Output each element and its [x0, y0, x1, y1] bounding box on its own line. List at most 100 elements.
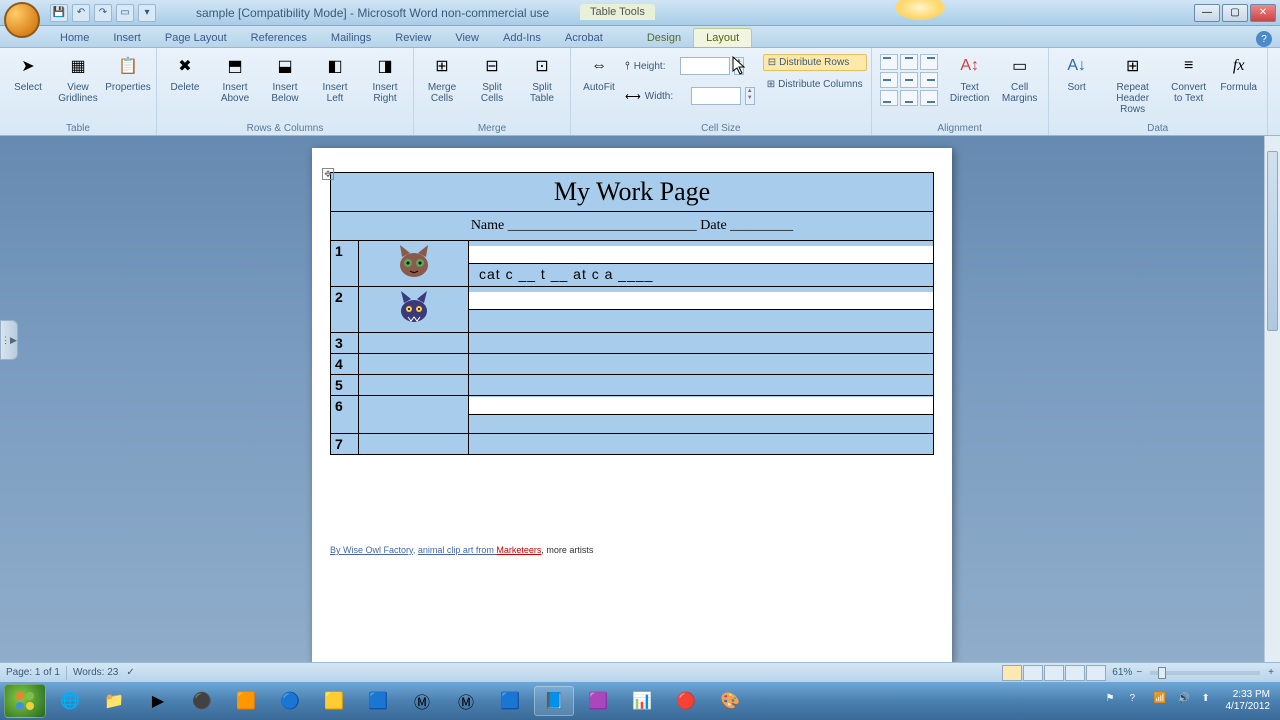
maximize-button[interactable]: ▢: [1222, 4, 1248, 22]
taskbar-app1[interactable]: 🟧: [226, 686, 266, 716]
taskbar-paint[interactable]: 🎨: [710, 686, 750, 716]
view-outline[interactable]: [1065, 665, 1085, 681]
text-direction-button[interactable]: A↕Text Direction: [946, 50, 994, 106]
align-middle-right[interactable]: [920, 72, 938, 88]
row-text[interactable]: cat c __ t __ at c a ____: [469, 241, 934, 287]
align-top-right[interactable]: [920, 54, 938, 70]
row-image-bat[interactable]: [359, 287, 469, 333]
view-print-layout[interactable]: [1002, 665, 1022, 681]
tray-network[interactable]: 📶: [1154, 693, 1170, 709]
insert-above-button[interactable]: ⬒Insert Above: [211, 50, 259, 106]
tab-mailings[interactable]: Mailings: [319, 29, 383, 47]
view-web[interactable]: [1044, 665, 1064, 681]
tray-volume[interactable]: 🔊: [1178, 693, 1194, 709]
delete-button[interactable]: ✖Delete: [161, 50, 209, 95]
align-middle-left[interactable]: [880, 72, 898, 88]
width-spinner[interactable]: ▲▼: [745, 87, 755, 105]
split-cells-button[interactable]: ⊟Split Cells: [468, 50, 516, 106]
row-number[interactable]: 4: [331, 354, 359, 375]
document-area[interactable]: ✥ My Work Page Name ____________________…: [0, 136, 1264, 662]
start-button[interactable]: [4, 684, 46, 718]
status-page[interactable]: Page: 1 of 1: [6, 667, 60, 678]
taskbar-ie[interactable]: 🌐: [50, 686, 90, 716]
taskbar-chrome[interactable]: 🔴: [666, 686, 706, 716]
qat-more[interactable]: ▾: [138, 4, 156, 22]
align-top-left[interactable]: [880, 54, 898, 70]
view-full-screen[interactable]: [1023, 665, 1043, 681]
zoom-level[interactable]: 61%: [1112, 667, 1132, 678]
insert-below-button[interactable]: ⬓Insert Below: [261, 50, 309, 106]
qat-print[interactable]: ▭: [116, 4, 134, 22]
align-middle-center[interactable]: [900, 72, 918, 88]
row-image-cat[interactable]: [359, 241, 469, 287]
split-table-button[interactable]: ⊡Split Table: [518, 50, 566, 106]
taskbar-hp[interactable]: ⚫: [182, 686, 222, 716]
align-bottom-right[interactable]: [920, 90, 938, 106]
office-button[interactable]: [4, 2, 40, 38]
properties-button[interactable]: 📋Properties: [104, 50, 152, 95]
help-button[interactable]: ?: [1256, 31, 1272, 47]
tray-help[interactable]: ?: [1130, 693, 1146, 709]
clock[interactable]: 2:33 PM 4/17/2012: [1226, 689, 1271, 713]
taskbar-pse[interactable]: 🟦: [490, 686, 530, 716]
convert-to-text-button[interactable]: ≡Convert to Text: [1165, 50, 1213, 106]
insert-right-button[interactable]: ◨Insert Right: [361, 50, 409, 106]
taskbar-explorer[interactable]: 📁: [94, 686, 134, 716]
select-button[interactable]: ➤Select: [4, 50, 52, 95]
vertical-scrollbar[interactable]: [1264, 136, 1280, 662]
taskbar-app5[interactable]: Ⓜ: [446, 686, 486, 716]
taskbar-media[interactable]: ▶: [138, 686, 178, 716]
row-number[interactable]: 1: [331, 241, 359, 287]
tab-references[interactable]: References: [239, 29, 319, 47]
distribute-rows-button[interactable]: ⊟Distribute Rows: [763, 54, 867, 71]
row-text[interactable]: [469, 287, 934, 333]
width-input[interactable]: [691, 87, 741, 105]
view-draft[interactable]: [1086, 665, 1106, 681]
qat-redo[interactable]: ↷: [94, 4, 112, 22]
credit-link-1[interactable]: By Wise Owl Factory: [330, 545, 413, 555]
distribute-columns-button[interactable]: ⊞Distribute Columns: [763, 77, 867, 92]
view-gridlines-button[interactable]: ▦View Gridlines: [54, 50, 102, 106]
autofit-button[interactable]: ⇔AutoFit: [575, 50, 623, 95]
tab-review[interactable]: Review: [383, 29, 443, 47]
tray-action-center[interactable]: ⚑: [1106, 693, 1122, 709]
sort-button[interactable]: A↓Sort: [1053, 50, 1101, 95]
worksheet-table[interactable]: My Work Page Name ______________________…: [330, 172, 934, 455]
tab-addins[interactable]: Add-Ins: [491, 29, 553, 47]
qat-undo[interactable]: ↶: [72, 4, 90, 22]
minimize-button[interactable]: —: [1194, 4, 1220, 22]
close-button[interactable]: ✕: [1250, 4, 1276, 22]
zoom-in[interactable]: +: [1268, 667, 1274, 678]
worksheet-title[interactable]: My Work Page: [331, 173, 934, 212]
align-bottom-center[interactable]: [900, 90, 918, 106]
repeat-header-button[interactable]: ⊞Repeat Header Rows: [1103, 50, 1163, 117]
taskbar-pre[interactable]: 🟪: [578, 686, 618, 716]
cell-margins-button[interactable]: ▭Cell Margins: [996, 50, 1044, 106]
tab-layout[interactable]: Layout: [693, 28, 752, 47]
taskbar-app2[interactable]: 🔵: [270, 686, 310, 716]
scrollbar-thumb[interactable]: [1267, 151, 1278, 331]
height-input[interactable]: [680, 57, 730, 75]
row-number[interactable]: 6: [331, 396, 359, 434]
zoom-slider[interactable]: [1150, 671, 1260, 675]
tab-design[interactable]: Design: [635, 29, 693, 47]
taskbar-app6[interactable]: 📊: [622, 686, 662, 716]
spell-check-icon[interactable]: ✓: [126, 667, 134, 678]
align-top-center[interactable]: [900, 54, 918, 70]
tab-home[interactable]: Home: [48, 29, 101, 47]
table-move-handle[interactable]: ✥: [322, 168, 334, 180]
worksheet-meta[interactable]: Name ___________________________ Date __…: [331, 212, 934, 241]
taskbar-app3[interactable]: 🟨: [314, 686, 354, 716]
row-number[interactable]: 2: [331, 287, 359, 333]
merge-cells-button[interactable]: ⊞Merge Cells: [418, 50, 466, 106]
tab-page-layout[interactable]: Page Layout: [153, 29, 239, 47]
tab-insert[interactable]: Insert: [101, 29, 153, 47]
align-bottom-left[interactable]: [880, 90, 898, 106]
row-number[interactable]: 7: [331, 434, 359, 455]
taskbar-mcafee[interactable]: Ⓜ: [402, 686, 442, 716]
taskbar-word[interactable]: 📘: [534, 686, 574, 716]
zoom-thumb[interactable]: [1158, 667, 1166, 679]
insert-left-button[interactable]: ◧Insert Left: [311, 50, 359, 106]
taskbar-app4[interactable]: 🟦: [358, 686, 398, 716]
zoom-out[interactable]: −: [1136, 667, 1142, 678]
